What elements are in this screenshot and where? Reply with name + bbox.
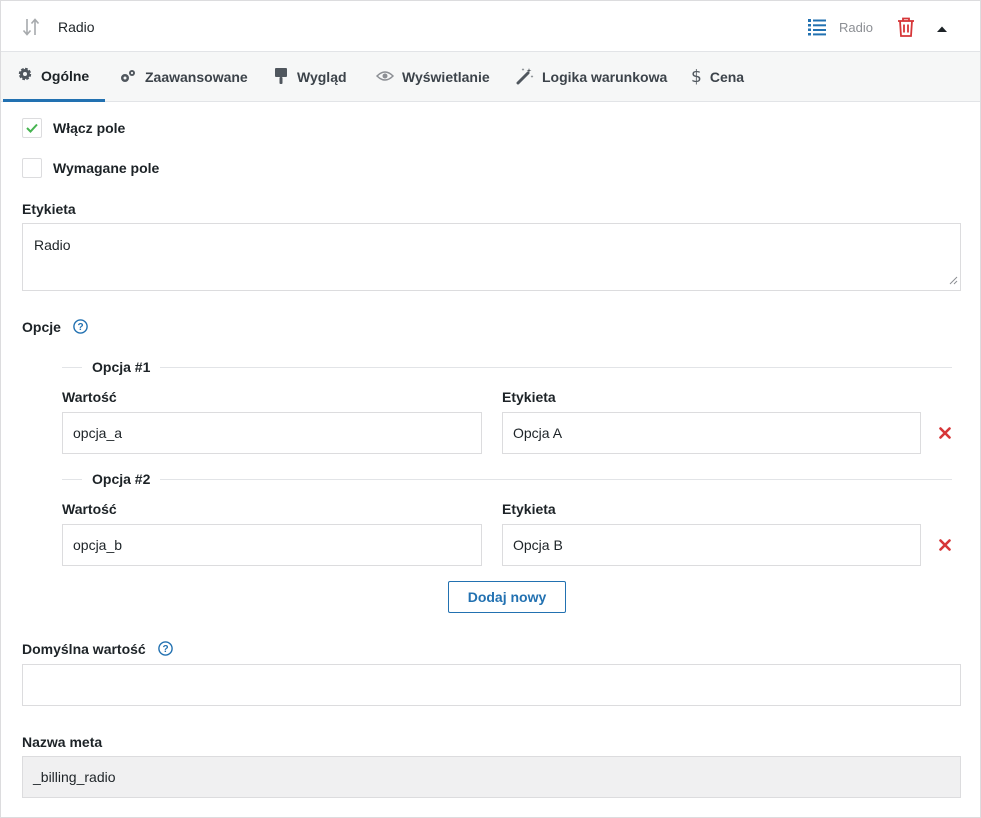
enable-field-row: Włącz pole	[22, 118, 125, 138]
svg-text:?: ?	[162, 644, 168, 655]
field-panel: Radio Radio Ogólne Zaawansowane Wygląd W…	[0, 0, 981, 818]
magic-wand-icon	[516, 67, 534, 88]
option-2-value: opcja_b	[73, 537, 123, 553]
option-2-value-input[interactable]: opcja_b	[62, 524, 482, 566]
remove-option-1-icon[interactable]	[939, 426, 953, 440]
option-1-label-label: Etykieta	[502, 389, 556, 405]
option-2-label-input[interactable]: Opcja B	[502, 524, 921, 566]
tab-wyglad[interactable]: Wygląd	[259, 52, 361, 102]
tab-label: Ogólne	[41, 67, 90, 84]
required-field-row: Wymagane pole	[22, 158, 159, 178]
tab-label: Zaawansowane	[145, 69, 248, 85]
settings-tabs: Ogólne Zaawansowane Wygląd Wyświetlanie …	[1, 52, 980, 102]
tab-label: Wygląd	[297, 69, 347, 85]
options-section-label: Opcje ?	[22, 319, 88, 337]
enable-field-checkbox[interactable]	[22, 118, 42, 138]
meta-name-value: _billing_radio	[33, 769, 116, 785]
tab-logika-warunkowa[interactable]: Logika warunkowa	[502, 52, 681, 102]
resize-grip-icon[interactable]	[948, 272, 958, 288]
required-field-label: Wymagane pole	[53, 160, 160, 176]
gear-icon	[17, 66, 33, 85]
gears-icon	[119, 68, 137, 87]
option-1-value-label: Wartość	[62, 389, 117, 405]
default-value-label: Domyślna wartość	[22, 641, 146, 657]
tab-label: Cena	[709, 69, 745, 85]
default-value-section-label: Domyślna wartość ?	[22, 641, 173, 659]
option-1-legend: Opcja #1	[82, 359, 161, 375]
help-icon[interactable]: ?	[72, 319, 88, 337]
trash-icon[interactable]	[896, 16, 916, 38]
default-value-input[interactable]	[22, 664, 961, 706]
option-divider	[62, 367, 952, 368]
option-1-value: opcja_a	[73, 425, 123, 441]
meta-name-label: Nazwa meta	[22, 734, 103, 750]
label-textarea-value: Radio	[34, 237, 71, 253]
checkmark-icon	[26, 120, 38, 136]
option-2-legend: Opcja #2	[82, 471, 161, 487]
tab-label: Logika warunkowa	[542, 69, 668, 85]
options-label: Opcje	[22, 319, 61, 335]
dollar-icon: $	[691, 67, 702, 87]
caret-up-icon[interactable]	[935, 21, 949, 32]
option-1-label: Opcja A	[513, 425, 563, 441]
tab-zaawansowane[interactable]: Zaawansowane	[105, 52, 262, 102]
option-divider	[62, 479, 952, 480]
eye-icon	[375, 69, 395, 86]
label-textarea[interactable]: Radio	[22, 223, 961, 291]
option-2-label-label: Etykieta	[502, 501, 556, 517]
option-1-label-input[interactable]: Opcja A	[502, 412, 921, 454]
enable-field-label: Włącz pole	[53, 120, 126, 136]
paint-brush-icon	[273, 67, 289, 88]
field-title: Radio	[58, 19, 95, 35]
meta-name-input[interactable]: _billing_radio	[22, 756, 961, 798]
tab-cena[interactable]: $ Cena	[677, 52, 758, 102]
tab-ogolne[interactable]: Ogólne	[3, 52, 105, 102]
list-icon	[807, 17, 827, 37]
sort-arrows-icon[interactable]	[21, 17, 41, 37]
add-option-button[interactable]: Dodaj nowy	[448, 581, 566, 613]
remove-option-2-icon[interactable]	[939, 538, 953, 552]
option-2-label: Opcja B	[513, 537, 563, 553]
required-field-checkbox[interactable]	[22, 158, 42, 178]
help-icon[interactable]: ?	[157, 641, 173, 659]
tab-label: Wyświetlanie	[402, 69, 490, 85]
field-type-label: Radio	[839, 20, 873, 35]
option-1-value-input[interactable]: opcja_a	[62, 412, 482, 454]
svg-text:?: ?	[77, 322, 83, 333]
label-field-label: Etykieta	[22, 201, 76, 217]
tab-wyswietlanie[interactable]: Wyświetlanie	[362, 52, 504, 102]
option-2-value-label: Wartość	[62, 501, 117, 517]
field-header[interactable]: Radio Radio	[1, 1, 980, 52]
